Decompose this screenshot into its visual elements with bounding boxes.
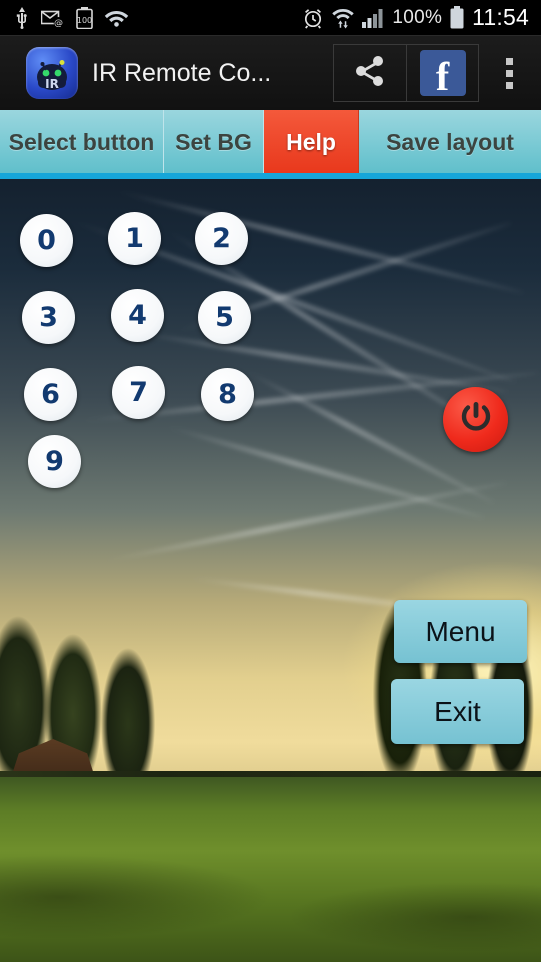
status-right-icons: 100% 11:54 [302,4,541,31]
contrail [103,479,507,565]
tab-help[interactable]: Help [264,110,359,174]
number-button-label: 4 [128,300,147,331]
status-bar: @ 100 100% 11:54 [0,0,541,36]
menu-button[interactable]: Menu [394,600,527,663]
tab-select-button[interactable]: Select button [0,110,164,174]
number-button-label: 5 [215,302,234,333]
number-button-8[interactable]: 8 [201,368,254,421]
page-title: IR Remote Co... [92,58,272,87]
signal-bars-icon [362,8,385,28]
number-button-3[interactable]: 3 [22,291,75,344]
svg-text:@: @ [54,18,63,27]
number-button-9[interactable]: 9 [28,435,81,488]
ir-remote-app-icon[interactable]: IR [26,47,78,99]
battery-percent-label: 100% [392,6,443,28]
overflow-dot [505,81,513,89]
contrail [131,329,509,395]
wifi-icon [104,8,129,27]
svg-text:100: 100 [77,16,92,25]
battery-100-icon: 100 [76,6,93,29]
wifi-transfer-icon [331,7,355,29]
tab-set-bg[interactable]: Set BG [164,110,264,174]
overflow-menu-icon[interactable] [489,57,529,89]
number-button-1[interactable]: 1 [108,212,161,265]
number-button-label: 7 [129,377,148,408]
number-button-label: 6 [41,379,60,410]
usb-icon [14,6,30,29]
number-button-label: 2 [212,223,231,254]
overflow-dot [505,57,513,65]
number-button-2[interactable]: 2 [195,212,248,265]
wallpaper-field [0,777,541,962]
number-button-label: 9 [45,446,64,477]
share-button[interactable] [334,45,406,101]
number-button-5[interactable]: 5 [198,291,251,344]
tab-save-layout[interactable]: Save layout [359,110,541,174]
number-button-label: 0 [37,225,56,256]
number-button-0[interactable]: 0 [20,214,73,267]
battery-full-icon [449,6,465,29]
power-icon [457,398,495,441]
status-left-icons: @ 100 [0,6,129,29]
email-icon: @ [41,9,65,27]
exit-button[interactable]: Exit [391,679,524,744]
number-button-label: 3 [39,302,58,333]
action-bar: IR IR Remote Co... f [0,36,541,110]
clock-label: 11:54 [472,4,529,30]
facebook-icon: f [419,50,466,96]
power-button[interactable] [443,387,508,452]
action-bar-buttons: f [333,44,479,102]
overflow-dot [505,69,513,77]
number-button-label: 1 [125,223,144,254]
svg-text:IR: IR [45,77,59,91]
remote-canvas[interactable]: Menu Exit Channel 0123456789 [0,179,541,962]
number-button-label: 8 [218,379,237,410]
share-icon [352,53,388,94]
app-root: @ 100 100% 11:54 IR IR Remote Co... f Se… [0,0,541,962]
number-button-7[interactable]: 7 [112,366,165,419]
facebook-button[interactable]: f [406,45,478,101]
number-button-6[interactable]: 6 [24,368,77,421]
number-button-4[interactable]: 4 [111,289,164,342]
contrail [115,188,525,296]
tab-bar: Select button Set BG Help Save layout [0,110,541,179]
alarm-clock-icon [302,7,324,29]
